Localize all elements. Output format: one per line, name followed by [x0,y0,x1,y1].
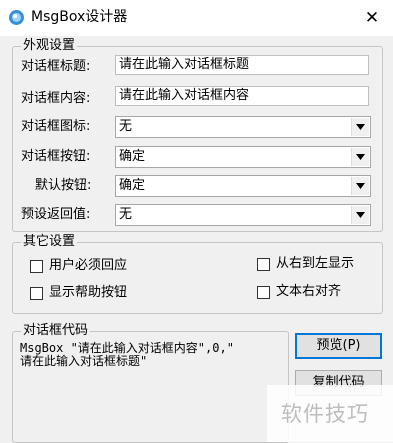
close-icon[interactable]: ✕ [352,0,392,36]
rtl-label[interactable]: 从右到左显示 [276,254,354,274]
other-group: 其它设置 [12,233,383,314]
buttons-select-value: 确定 [119,149,146,164]
return-select-value: 无 [119,207,133,222]
appearance-legend: 外观设置 [21,37,78,55]
return-label: 预设返回值: [21,207,91,222]
content-input[interactable]: 请在此输入对话框内容 [115,86,369,106]
app-icon [9,10,24,25]
chevron-down-icon[interactable] [351,177,369,195]
user-must-reply-label[interactable]: 用户必须回应 [49,256,127,276]
chevron-down-icon[interactable] [351,148,369,166]
title-label: 对话框标题: [21,59,91,74]
title-input[interactable]: 请在此输入对话框标题 [115,55,369,75]
code-line-2: 请在此输入对话框标题" [20,354,148,368]
buttons-select[interactable]: 确定 [115,146,371,168]
content-label: 对话框内容: [21,91,91,106]
text-right-checkbox[interactable] [257,286,270,299]
other-legend: 其它设置 [21,233,78,251]
rtl-checkbox[interactable] [257,258,270,271]
buttons-label: 对话框按钮: [21,149,91,164]
icon-select-value: 无 [119,119,133,134]
chevron-down-icon[interactable] [351,206,369,224]
code-legend: 对话框代码 [21,322,91,340]
window-title: MsgBox设计器 [31,9,128,25]
icon-label: 对话框图标: [21,119,91,134]
chevron-down-icon[interactable] [351,118,369,136]
preview-button[interactable]: 预览(P) [295,333,382,359]
text-right-label[interactable]: 文本右对齐 [276,282,341,302]
icon-select[interactable]: 无 [115,116,371,138]
watermark-text: 软件技巧 [281,402,369,426]
default-select-value: 确定 [119,178,146,193]
show-help-checkbox[interactable] [30,287,43,300]
return-select[interactable]: 无 [115,204,371,226]
user-must-reply-checkbox[interactable] [30,260,43,273]
show-help-label[interactable]: 显示帮助按钮 [49,283,127,303]
default-select[interactable]: 确定 [115,175,371,197]
default-label: 默认按钮: [35,178,92,193]
